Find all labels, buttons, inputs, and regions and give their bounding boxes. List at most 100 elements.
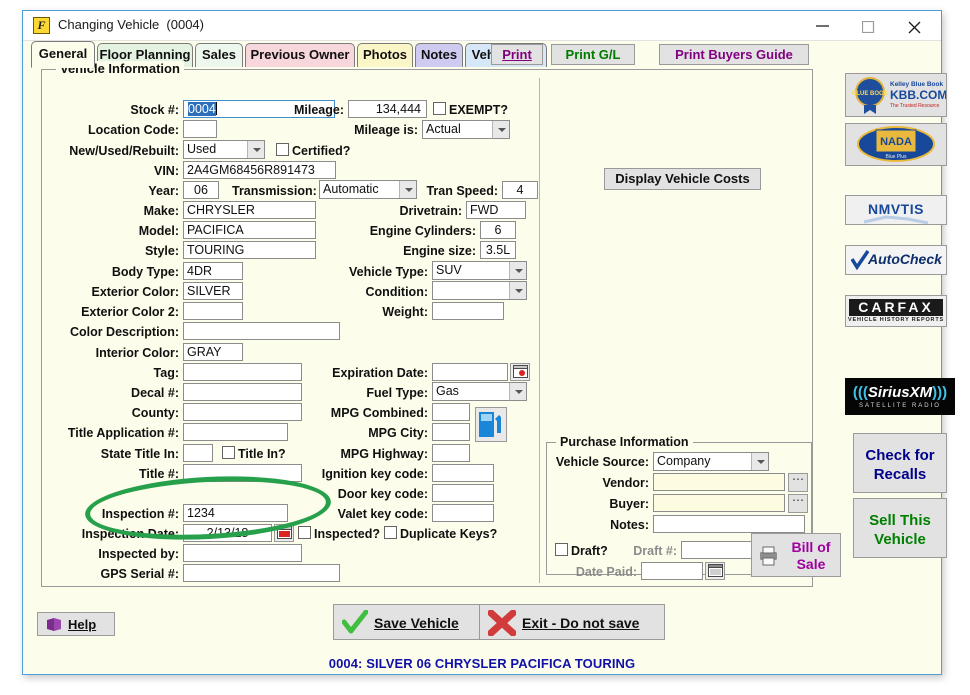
certified-checkbox[interactable]: [276, 143, 289, 156]
tag-field[interactable]: [183, 363, 302, 381]
check-recalls-line1: Check for: [865, 447, 935, 464]
minimize-button[interactable]: [801, 11, 847, 40]
display-vehicle-costs-button[interactable]: Display Vehicle Costs: [604, 168, 761, 190]
condition-select[interactable]: [432, 281, 527, 300]
duplicate-keys-checkbox[interactable]: [384, 526, 397, 539]
chevron-down-icon[interactable]: [247, 141, 264, 158]
drivetrain-field[interactable]: FWD: [466, 201, 526, 219]
exempt-checkbox[interactable]: [433, 102, 446, 115]
state-title-in-label: State Title In:: [100, 447, 179, 461]
new-used-rebuilt-select[interactable]: Used: [183, 140, 265, 159]
exterior-color-field[interactable]: SILVER: [183, 282, 243, 300]
year-field[interactable]: 06: [183, 181, 219, 199]
print-buyers-guide-button[interactable]: Print Buyers Guide: [659, 44, 809, 65]
vendor-label: Vendor:: [602, 476, 649, 490]
vendor-browse-button[interactable]: ⋯: [788, 473, 808, 492]
inspected-by-field[interactable]: [183, 544, 302, 562]
date-paid-field[interactable]: [641, 562, 703, 580]
transmission-select[interactable]: Automatic: [319, 180, 417, 199]
inspected-checkbox[interactable]: [298, 526, 311, 539]
print-button[interactable]: Print: [491, 44, 543, 65]
fuel-type-select[interactable]: Gas: [432, 382, 527, 401]
siriusxm-tagline: SATELLITE RADIO: [859, 403, 941, 409]
nmvtis-button[interactable]: NMVTIS: [845, 195, 947, 225]
mpg-highway-field[interactable]: [432, 444, 470, 462]
vin-field[interactable]: 2A4GM68456R891473: [183, 161, 336, 179]
buyer-field[interactable]: [653, 494, 785, 512]
style-field[interactable]: TOURING: [183, 241, 316, 259]
tab-general[interactable]: General: [31, 41, 95, 68]
chevron-down-icon[interactable]: [509, 282, 526, 299]
mpg-combined-field[interactable]: [432, 403, 470, 421]
save-vehicle-button[interactable]: Save Vehicle: [333, 604, 489, 640]
carfax-button[interactable]: CARFAX VEHICLE HISTORY REPORTS: [845, 295, 947, 327]
color-description-field[interactable]: [183, 322, 340, 340]
mileage-is-select[interactable]: Actual: [422, 120, 510, 139]
engine-cylinders-field[interactable]: 6: [480, 221, 516, 239]
weight-field[interactable]: [432, 302, 504, 320]
calendar-icon-date-paid[interactable]: [705, 562, 725, 580]
model-field[interactable]: PACIFICA: [183, 221, 316, 239]
exit-button[interactable]: Exit - Do not save: [479, 604, 665, 640]
exterior-color2-field[interactable]: [183, 302, 243, 320]
kbb-button[interactable]: BLUE BOOK Kelley Blue Book KBB.COM The T…: [845, 73, 947, 117]
county-field[interactable]: [183, 403, 302, 421]
tran-speed-label: Tran Speed:: [426, 184, 498, 198]
chevron-down-icon[interactable]: [751, 453, 768, 470]
status-bar-text: 0004: SILVER 06 CHRYSLER PACIFICA TOURIN…: [328, 656, 636, 671]
mpg-city-field[interactable]: [432, 423, 470, 441]
print-gl-button[interactable]: Print G/L: [551, 44, 635, 65]
interior-color-field[interactable]: GRAY: [183, 343, 243, 361]
expiration-date-field[interactable]: [432, 363, 508, 381]
vehicle-source-select[interactable]: Company: [653, 452, 769, 471]
valet-key-code-field[interactable]: [432, 504, 494, 522]
engine-size-field[interactable]: 3.5L: [480, 241, 516, 259]
door-key-code-field[interactable]: [432, 484, 494, 502]
inspection-no-label: Inspection #:: [101, 507, 179, 521]
body-type-field[interactable]: 4DR: [183, 262, 243, 280]
title-in-checkbox[interactable]: [222, 446, 235, 459]
nada-button[interactable]: NADA Blue Plus: [845, 123, 947, 166]
make-field[interactable]: CHRYSLER: [183, 201, 316, 219]
mileage-field[interactable]: 134,444: [348, 100, 427, 118]
close-button[interactable]: [893, 11, 939, 40]
inspection-number-field[interactable]: 1234: [183, 504, 288, 522]
gps-serial-no-field[interactable]: [183, 564, 340, 582]
fuel-type-label: Fuel Type:: [366, 386, 428, 400]
location-code-field[interactable]: [183, 120, 217, 138]
help-button[interactable]: Help: [37, 612, 115, 636]
tab-notes[interactable]: Notes: [415, 43, 463, 67]
title-no-field[interactable]: [183, 464, 302, 482]
vehicle-type-select[interactable]: SUV: [432, 261, 527, 280]
calendar-icon-inspection-date[interactable]: [274, 524, 294, 542]
chevron-down-icon[interactable]: [492, 121, 509, 138]
vendor-field[interactable]: [653, 473, 785, 491]
tab-photos[interactable]: Photos: [357, 43, 413, 67]
calendar-icon-expiration-date[interactable]: [510, 363, 530, 381]
inspection-date-field[interactable]: 2/13/18: [183, 524, 272, 542]
tab-sales[interactable]: Sales: [195, 43, 243, 67]
fuel-pump-icon[interactable]: [475, 407, 507, 442]
notes-field[interactable]: [653, 515, 805, 533]
draft-checkbox[interactable]: [555, 543, 568, 556]
tran-speed-field[interactable]: 4: [502, 181, 538, 199]
chevron-down-icon[interactable]: [509, 262, 526, 279]
buyer-browse-button[interactable]: ⋯: [788, 494, 808, 513]
vin-label: VIN:: [154, 164, 179, 178]
decal-no-field[interactable]: [183, 383, 302, 401]
chevron-down-icon[interactable]: [399, 181, 416, 198]
title-application-no-label: Title Application #:: [67, 426, 179, 440]
check-for-recalls-button[interactable]: Check for Recalls: [853, 433, 947, 493]
bill-of-sale-button[interactable]: Bill of Sale: [751, 533, 841, 577]
tab-previous-owner[interactable]: Previous Owner: [245, 43, 355, 67]
chevron-down-icon[interactable]: [509, 383, 526, 400]
draft-no-field[interactable]: [681, 541, 753, 559]
title-application-no-field[interactable]: [183, 423, 288, 441]
ignition-key-code-field[interactable]: [432, 464, 494, 482]
maximize-button[interactable]: [847, 11, 893, 40]
state-title-in-field[interactable]: [183, 444, 213, 462]
sell-this-vehicle-button[interactable]: Sell This Vehicle: [853, 498, 947, 558]
bill-of-sale-line2: Sale: [796, 556, 826, 572]
siriusxm-button[interactable]: (((SiriusXM))) SATELLITE RADIO: [845, 378, 955, 415]
autocheck-button[interactable]: AutoCheck: [845, 245, 947, 275]
